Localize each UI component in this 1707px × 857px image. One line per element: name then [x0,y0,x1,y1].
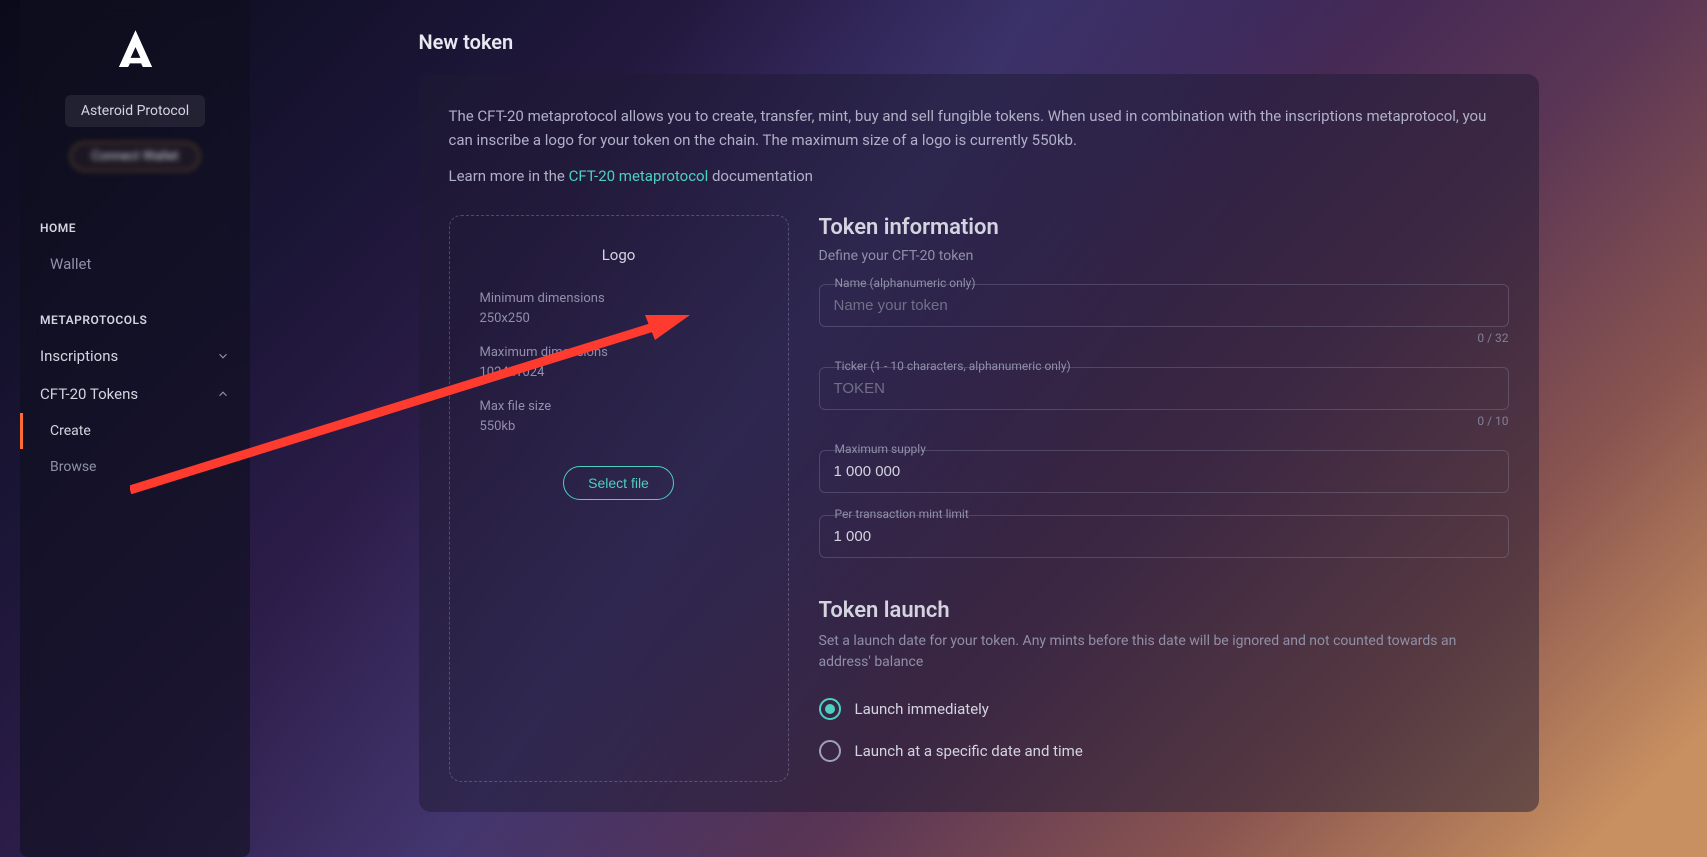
nav-item-wallet[interactable]: Wallet [20,245,250,283]
name-field-group: Name (alphanumeric only) 0 / 32 [819,284,1509,345]
logo-upload-title: Logo [480,246,758,264]
content-card: The CFT-20 metaprotocol allows you to cr… [419,74,1539,812]
description-text: The CFT-20 metaprotocol allows you to cr… [449,104,1509,152]
min-dimensions-info: Minimum dimensions 250x250 [480,289,758,328]
name-input[interactable] [819,284,1509,327]
nav-item-create[interactable]: Create [20,413,250,449]
token-info-subtitle: Define your CFT-20 token [819,248,1509,264]
page-title: New token [419,30,1539,54]
max-supply-input[interactable] [819,450,1509,493]
nav-item-inscriptions[interactable]: Inscriptions [20,337,250,375]
app-logo-icon [105,20,165,80]
protocol-badge: Asteroid Protocol [65,95,205,127]
navigation: HOME Wallet METAPROTOCOLS Inscriptions C… [20,211,250,485]
radio-label: Launch at a specific date and time [855,742,1083,760]
select-file-button[interactable]: Select file [563,466,674,500]
mint-limit-input[interactable] [819,515,1509,558]
max-dimensions-info: Maximum dimensions 1024x1024 [480,343,758,382]
max-supply-field-group: Maximum supply [819,450,1509,493]
docs-link[interactable]: CFT-20 metaprotocol [569,167,709,185]
learn-more-text: Learn more in the CFT-20 metaprotocol do… [449,167,1509,185]
name-counter: 0 / 32 [819,331,1509,345]
nav-heading-home: HOME [20,211,250,245]
mint-limit-field-group: Per transaction mint limit [819,515,1509,558]
nav-heading-metaprotocols: METAPROTOCOLS [20,303,250,337]
name-label: Name (alphanumeric only) [831,276,980,290]
chevron-down-icon [216,349,230,363]
nav-item-browse[interactable]: Browse [20,449,250,485]
form-section: Logo Minimum dimensions 250x250 Maximum … [449,215,1509,782]
radio-selected-icon [819,698,841,720]
mint-limit-label: Per transaction mint limit [831,507,973,521]
launch-section: Token launch Set a launch date for your … [819,598,1509,762]
max-filesize-info: Max file size 550kb [480,397,758,436]
ticker-input[interactable] [819,367,1509,410]
chevron-up-icon [216,387,230,401]
connect-wallet-button[interactable]: Connect Wallet [70,142,199,171]
radio-unselected-icon [819,740,841,762]
token-info-title: Token information [819,215,1509,240]
launch-description: Set a launch date for your token. Any mi… [819,631,1509,673]
radio-label: Launch immediately [855,700,989,718]
main-content: New token The CFT-20 metaprotocol allows… [379,0,1579,857]
ticker-label: Ticker (1 - 10 characters, alphanumeric … [831,359,1075,373]
ticker-field-group: Ticker (1 - 10 characters, alphanumeric … [819,367,1509,428]
nav-item-label: Inscriptions [40,347,118,365]
nav-item-cft20[interactable]: CFT-20 Tokens [20,375,250,413]
sidebar: Asteroid Protocol Connect Wallet HOME Wa… [20,0,250,857]
launch-scheduled-radio[interactable]: Launch at a specific date and time [819,740,1509,762]
launch-title: Token launch [819,598,1509,623]
token-info-section: Token information Define your CFT-20 tok… [819,215,1509,782]
logo-section: Asteroid Protocol Connect Wallet [20,20,250,191]
nav-item-label: CFT-20 Tokens [40,385,138,403]
ticker-counter: 0 / 10 [819,414,1509,428]
launch-immediately-radio[interactable]: Launch immediately [819,698,1509,720]
max-supply-label: Maximum supply [831,442,930,456]
logo-upload-box: Logo Minimum dimensions 250x250 Maximum … [449,215,789,782]
